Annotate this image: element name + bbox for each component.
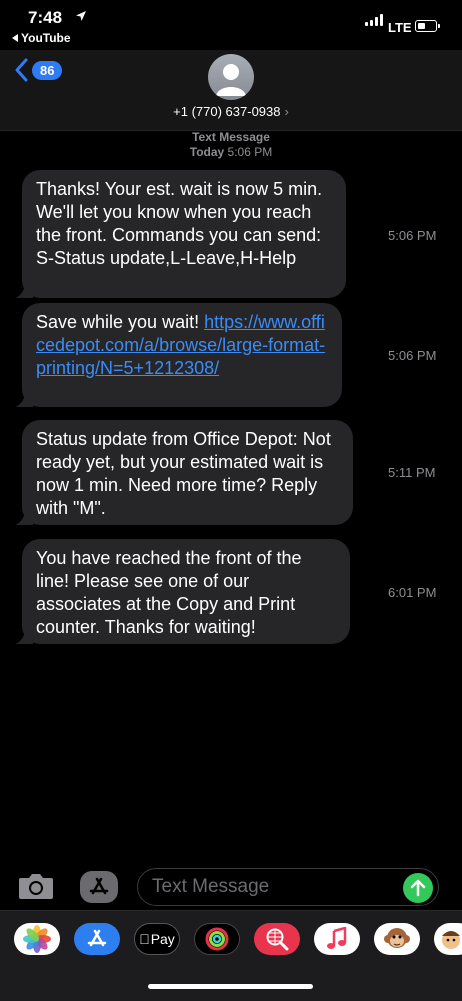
message-time: 5:06 PM (388, 348, 437, 363)
activity-rings-icon (205, 927, 229, 951)
apple-pay-label: Pay (145, 931, 175, 947)
back-triangle-icon (12, 34, 18, 42)
message-bubble[interactable]: Thanks! Your est. wait is now 5 min. We'… (15, 170, 346, 298)
chevron-left-icon (15, 58, 28, 82)
memoji-app[interactable] (374, 923, 420, 955)
thread-time: 5:06 PM (227, 145, 273, 159)
camera-button[interactable] (18, 872, 54, 905)
music-note-icon (327, 927, 347, 949)
back-button[interactable]: 86 (14, 58, 63, 82)
message-text: You have reached the front of the line! … (36, 548, 302, 637)
globe-search-icon (266, 928, 289, 951)
message-input[interactable]: Text Message (137, 868, 439, 906)
thread-type-label: Text Message (192, 130, 270, 144)
message-time: 5:06 PM (388, 228, 437, 243)
status-bar: 7:48 YouTube LTE (0, 0, 462, 50)
app-store-icon (89, 877, 109, 895)
back-app-label: YouTube (21, 31, 71, 45)
home-indicator[interactable] (148, 984, 313, 989)
chevron-right-icon: › (284, 104, 289, 119)
photos-icon (23, 925, 51, 953)
unread-badge: 86 (32, 60, 63, 80)
thread-day: Today (189, 145, 225, 159)
person-icon (216, 64, 246, 96)
apple-pay-app[interactable]:  Pay (134, 923, 180, 955)
bubble-tail (15, 391, 33, 407)
memoji-faces-icon (442, 931, 460, 949)
bubble-tail (15, 628, 33, 644)
message-text: Thanks! Your est. wait is now 5 min. We'… (36, 179, 323, 268)
activity-app[interactable] (194, 923, 240, 955)
apple-logo-icon:  (139, 931, 150, 947)
message-bubble[interactable]: Save while you wait! https://www.officed… (15, 303, 342, 407)
message-text: Status update from Office Depot: Not rea… (36, 429, 331, 518)
camera-icon (19, 874, 53, 899)
message-time: 6:01 PM (388, 585, 437, 600)
message-text: Save while you wait! (36, 312, 205, 332)
network-type: LTE (388, 20, 412, 35)
message-bubble[interactable]: Status update from Office Depot: Not rea… (15, 420, 353, 525)
contact-name[interactable]: +1 (770) 637-0938 › (0, 104, 462, 119)
images-search-app[interactable] (254, 923, 300, 955)
message-time: 5:11 PM (388, 465, 436, 480)
app-store-icon (87, 929, 107, 947)
cellular-signal-icon (365, 14, 383, 26)
bubble-tail (15, 509, 33, 525)
back-to-app-link[interactable]: YouTube (12, 31, 71, 45)
send-button[interactable] (403, 873, 433, 903)
music-app[interactable] (314, 923, 360, 955)
contact-number: +1 (770) 637-0938 (173, 104, 281, 119)
arrow-up-icon (410, 879, 426, 897)
app-store-button[interactable] (80, 871, 118, 903)
bubble-tail (15, 282, 33, 298)
conversation-header: 86 +1 (770) 637-0938 › (0, 50, 462, 131)
avatar[interactable] (208, 54, 254, 100)
message-bubble[interactable]: You have reached the front of the line! … (15, 539, 350, 644)
clock: 7:48 (28, 8, 63, 27)
app-store-app[interactable] (74, 923, 120, 955)
location-arrow-icon (76, 11, 86, 21)
memoji-stickers-app[interactable] (434, 923, 462, 955)
monkey-icon (384, 928, 410, 948)
photos-app[interactable] (14, 923, 60, 955)
thread-timestamp: Today 5:06 PM (0, 145, 462, 159)
battery-icon (415, 20, 440, 32)
